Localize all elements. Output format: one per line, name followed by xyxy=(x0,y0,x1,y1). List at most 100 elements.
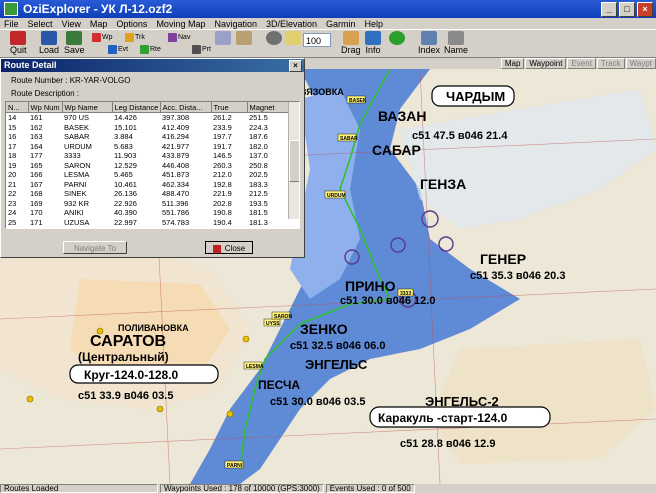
menu-garmin[interactable]: Garmin xyxy=(326,19,356,29)
nav-icon xyxy=(168,33,177,42)
table-cell: 170 xyxy=(30,208,43,218)
table-cell: 168 xyxy=(30,189,43,199)
table-cell: 22.926 xyxy=(114,198,137,208)
col-wp-num[interactable]: Wp Num xyxy=(28,102,63,113)
table-row[interactable]: 23 169 932 KR 22.926 511.396 202.8 193.5 xyxy=(6,199,289,209)
table-row[interactable]: 22 168 SINEK 26.136 488.470 221.9 212.5 xyxy=(6,189,289,199)
map-label: ВЯЗОВКА xyxy=(300,87,344,97)
table-row[interactable]: 14 161 970 US 14.426 397.308 261.2 251.5 xyxy=(6,113,289,123)
table-row[interactable]: 20 166 LESMA 5.465 451.873 212.0 202.5 xyxy=(6,170,289,180)
coord-label: с51 35.3 в046 20.3 xyxy=(470,270,565,282)
table-cell: 462.334 xyxy=(162,179,190,189)
table-scrollbar[interactable] xyxy=(288,102,299,219)
table-row[interactable]: 16 163 SABAR 3.884 416.294 197.7 187.6 xyxy=(6,132,289,142)
table-cell: 21 xyxy=(8,179,17,189)
table-cell: 40.390 xyxy=(114,208,137,218)
table-cell: PARNI xyxy=(64,179,87,189)
table-header: N... Wp Num Wp Name Leg Distance Acc. Di… xyxy=(6,102,290,113)
route-table[interactable]: N... Wp Num Wp Name Leg Distance Acc. Di… xyxy=(5,101,300,229)
index-button[interactable]: Index xyxy=(418,31,440,55)
col-wp-name[interactable]: Wp Name xyxy=(62,102,113,113)
table-row[interactable]: 21 167 PARNI 10.461 462.334 192.8 183.3 xyxy=(6,180,289,190)
info-button[interactable]: Info xyxy=(365,31,381,55)
map-tabs: Map Waypoint Event Track Waypt xyxy=(305,58,656,69)
prt-tool[interactable]: Prt xyxy=(192,45,211,54)
drag-button[interactable]: Drag xyxy=(341,31,361,55)
map-label: ЧАРДЫМ xyxy=(446,89,505,104)
status-routes: Routes Loaded xyxy=(0,484,158,493)
quit-icon xyxy=(10,31,27,45)
table-cell: 412.409 xyxy=(162,122,190,132)
pan-control[interactable] xyxy=(389,31,405,45)
minimize-button[interactable]: _ xyxy=(601,2,617,17)
dialog-close-button[interactable]: Close xyxy=(205,241,253,254)
nav-tool[interactable]: Nav xyxy=(168,33,190,42)
navigate-to-button[interactable]: Navigate To xyxy=(63,241,127,254)
menu-moving-map[interactable]: Moving Map xyxy=(156,19,205,29)
col-leg-distance[interactable]: Leg Distance xyxy=(112,102,161,113)
arrows-icon xyxy=(389,31,405,45)
table-row[interactable]: 18 177 3333 11.903 433.879 146.5 137.0 xyxy=(6,151,289,161)
table-cell: 446.408 xyxy=(162,160,190,170)
quit-button[interactable]: Quit xyxy=(10,31,27,55)
coord-label: с51 32.5 в046 06.0 xyxy=(290,340,385,352)
table-row[interactable]: 19 165 SARON 12.529 446.408 260.3 250.8 xyxy=(6,161,289,171)
table-cell: 22.997 xyxy=(114,217,137,227)
menu-select[interactable]: Select xyxy=(28,19,53,29)
maximize-button[interactable]: □ xyxy=(619,2,635,17)
close-window-button[interactable]: × xyxy=(637,2,653,17)
rte-tool[interactable]: Rte xyxy=(140,45,161,54)
menu-map[interactable]: Map xyxy=(90,19,108,29)
table-cell: 166 xyxy=(30,170,43,180)
table-row[interactable]: 15 162 BASEK 15.101 412.409 233.9 224.3 xyxy=(6,123,289,133)
table-cell: 165 xyxy=(30,160,43,170)
table-cell: URDUM xyxy=(64,141,92,151)
tab-event[interactable]: Event xyxy=(567,58,596,69)
menu-options[interactable]: Options xyxy=(116,19,147,29)
copy-button[interactable] xyxy=(285,31,301,45)
scroll-thumb[interactable] xyxy=(289,140,299,182)
table-cell: 251.5 xyxy=(249,113,268,123)
table-cell: BASEK xyxy=(64,122,90,132)
table-cell: 212.0 xyxy=(213,170,232,180)
tab-map[interactable]: Map xyxy=(500,58,525,69)
zoom-select[interactable]: 100 xyxy=(303,33,331,47)
col-acc-distance[interactable]: Acc. Dista... xyxy=(160,102,212,113)
name-button[interactable]: Name xyxy=(444,31,468,55)
col-n[interactable]: N... xyxy=(6,102,29,113)
menu-3d-elevation[interactable]: 3D/Elevation xyxy=(266,19,317,29)
map-label: Каракуль -старт-124.0 xyxy=(378,411,508,425)
tab-track[interactable]: Track xyxy=(596,58,625,69)
table-row[interactable]: 24 170 ANIKI 40.390 551.786 190.8 181.5 xyxy=(6,208,289,218)
tab-waypoint[interactable]: Waypoint xyxy=(525,58,567,69)
map-label: ВАЗАН xyxy=(378,108,427,124)
load-button[interactable]: Load xyxy=(39,31,59,55)
coord-label: с51 28.8 в046 12.9 xyxy=(400,438,495,450)
table-cell: SABAR xyxy=(64,132,90,142)
table-cell: 192.8 xyxy=(213,179,232,189)
route-number: Route Number : KR-YAR-VOLGO xyxy=(11,76,131,85)
col-magnetic[interactable]: Magnet xyxy=(247,102,290,113)
tab-waypt[interactable]: Waypt xyxy=(625,58,656,69)
menu-navigation[interactable]: Navigation xyxy=(214,19,257,29)
zoom-button[interactable] xyxy=(266,31,282,45)
table-cell: 183.3 xyxy=(249,179,268,189)
table-cell: 169 xyxy=(30,198,43,208)
trk-tool[interactable]: Trk xyxy=(125,33,145,42)
evt-tool[interactable]: Evt xyxy=(108,45,128,54)
menu-view[interactable]: View xyxy=(62,19,81,29)
table-row[interactable]: 25 171 UZUSA 22.997 574.783 190.4 181.3 xyxy=(6,218,289,228)
table-cell: 260.3 xyxy=(213,160,232,170)
table-row[interactable]: 17 164 URDUM 5.683 421.977 191.7 182.0 xyxy=(6,142,289,152)
col-true[interactable]: True xyxy=(211,102,248,113)
table-cell: 191.7 xyxy=(213,141,232,151)
wp-tool[interactable]: Wp xyxy=(92,33,113,42)
menu-help[interactable]: Help xyxy=(365,19,384,29)
dialog-close-icon[interactable]: × xyxy=(289,60,302,72)
prt-icon xyxy=(192,45,201,54)
show-button-2[interactable] xyxy=(236,31,252,45)
show-button-1[interactable] xyxy=(215,31,231,45)
save-button[interactable]: Save xyxy=(64,31,85,55)
waypoint-label: URDUM xyxy=(327,193,346,199)
menu-file[interactable]: File xyxy=(4,19,19,29)
